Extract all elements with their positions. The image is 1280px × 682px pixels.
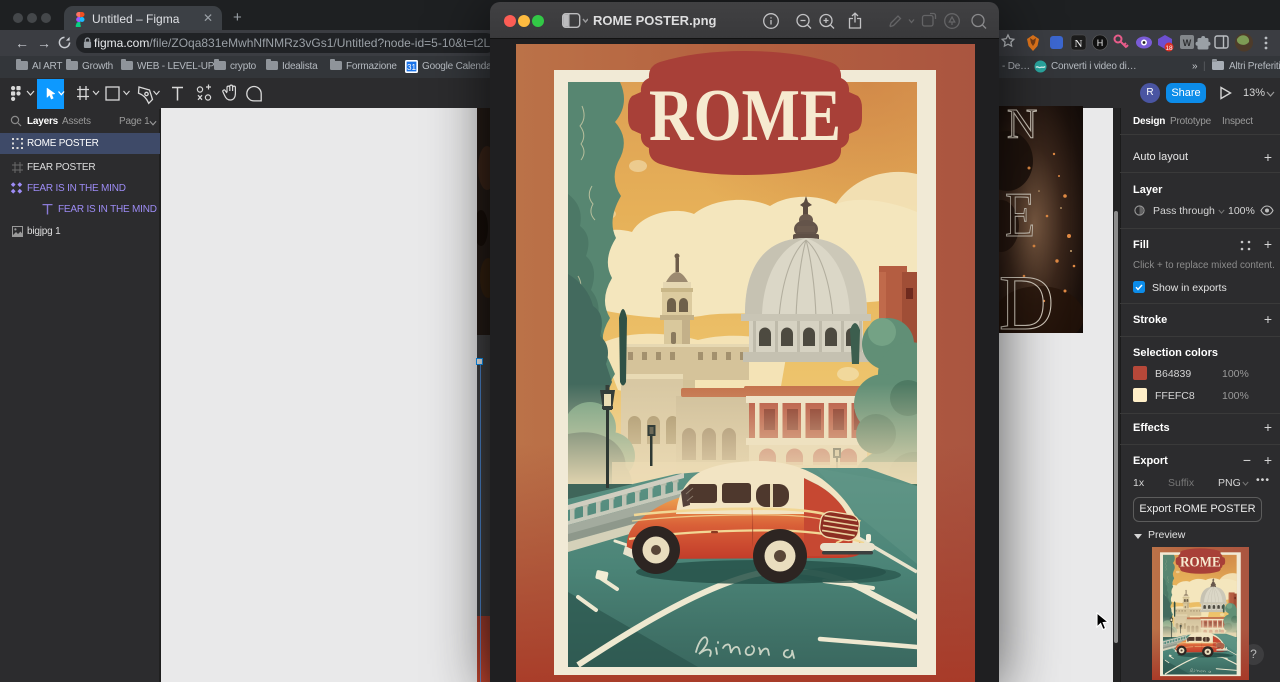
svg-text:N: N (1007, 106, 1037, 148)
svg-text:H: H (1097, 38, 1104, 48)
svg-text:E: E (1005, 179, 1035, 250)
svg-text:D: D (999, 259, 1054, 333)
svg-text:W: W (1183, 38, 1192, 48)
svg-text:18: 18 (1165, 45, 1173, 52)
svg-text:N: N (1075, 38, 1083, 50)
svg-text:31: 31 (407, 63, 417, 72)
